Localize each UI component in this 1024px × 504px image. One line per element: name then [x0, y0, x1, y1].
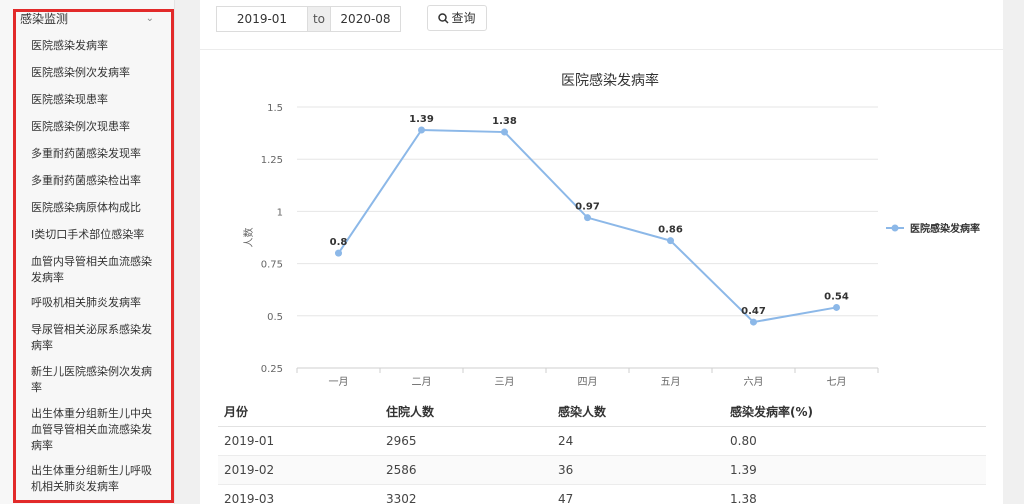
data-label: 0.54: [824, 291, 849, 302]
data-point: [584, 214, 591, 222]
y-tick-label: 1: [277, 207, 283, 218]
table-cell: 36: [552, 455, 724, 485]
data-label: 1.38: [492, 116, 517, 127]
table-row: 2019-03 3302 47 1.38: [218, 484, 986, 504]
sidebar: 感染监测 ⌄ 医院感染发病率 医院感染例次发病率 医院感染现患率 医院感染例次现…: [0, 0, 175, 504]
data-point: [833, 303, 840, 311]
table-cell: 2019-01: [218, 426, 380, 456]
data-point: [335, 249, 342, 257]
data-point: [501, 128, 508, 136]
y-axis-label: 人数: [242, 228, 255, 248]
data-table: 月份 住院人数 感染人数 感染发病率(%) 2019-01 2965 24 0.…: [218, 398, 986, 504]
date-range-separator: to: [308, 6, 330, 32]
data-point: [667, 237, 674, 245]
data-point: [418, 126, 425, 134]
query-button-label: 查询: [451, 11, 476, 25]
query-button[interactable]: 查询: [427, 5, 487, 31]
column-header-month: 月份: [218, 398, 380, 427]
column-header-infected: 感染人数: [552, 398, 724, 427]
table-cell: 24: [552, 426, 724, 456]
start-date-input[interactable]: 2019-01: [216, 6, 308, 32]
main-panel: 2019-01 to 2020-08 查询 医院感染发病率 1.5 1.25 1 0.…: [188, 0, 1024, 504]
table-row: 2019-01 2965 24 0.80: [218, 426, 986, 456]
data-label: 0.97: [575, 202, 600, 213]
x-tick-label: 七月: [827, 376, 847, 388]
end-date-input[interactable]: 2020-08: [330, 6, 401, 32]
table-cell: 1.38: [724, 484, 986, 504]
column-header-infection-rate: 感染发病率(%): [724, 398, 986, 427]
sidebar-highlight-frame: [13, 9, 174, 503]
y-tick-label: 1.25: [261, 155, 283, 166]
legend-marker: [891, 224, 899, 232]
y-tick-label: 1.5: [267, 103, 283, 114]
filter-bar: 2019-01 to 2020-08 查询: [200, 0, 1003, 50]
x-tick-label: 五月: [661, 376, 681, 388]
table-cell: 2586: [380, 455, 552, 485]
legend-label: 医院感染发病率: [910, 222, 980, 235]
x-tick-label: 六月: [744, 376, 764, 388]
data-point: [750, 318, 757, 326]
x-tick-label: 四月: [578, 376, 598, 388]
data-label: 1.39: [409, 114, 434, 125]
x-tick-label: 二月: [412, 376, 432, 388]
report-content: 医院感染发病率 1.5 1.25 1 0.75 0.5 0.25 一月 二月 三月 四月 五月 六月 七…: [200, 50, 1003, 504]
data-label: 0.8: [330, 237, 348, 248]
table-cell: 1.39: [724, 455, 986, 485]
table-header-row: 月份 住院人数 感染人数 感染发病率(%): [218, 398, 986, 427]
table-cell: 0.80: [724, 426, 986, 456]
y-tick-label: 0.25: [261, 364, 283, 375]
data-label: 0.47: [741, 306, 766, 317]
x-tick-label: 一月: [329, 376, 349, 388]
column-header-inpatients: 住院人数: [380, 398, 552, 427]
table-cell: 2019-03: [218, 484, 380, 504]
y-tick-label: 0.75: [261, 260, 283, 271]
table-cell: 47: [552, 484, 724, 504]
table-cell: 3302: [380, 484, 552, 504]
search-icon: [438, 13, 450, 24]
y-tick-label: 0.5: [267, 312, 283, 323]
table-cell: 2965: [380, 426, 552, 456]
data-label: 0.86: [658, 225, 683, 236]
line-chart: 1.5 1.25 1 0.75 0.5 0.25 一月 二月 三月 四月 五月 六月 七月 人数 0.8 1.…: [242, 103, 980, 388]
x-tick-label: 三月: [495, 376, 515, 388]
table-cell: 2019-02: [218, 455, 380, 485]
table-row: 2019-02 2586 36 1.39: [218, 455, 986, 485]
